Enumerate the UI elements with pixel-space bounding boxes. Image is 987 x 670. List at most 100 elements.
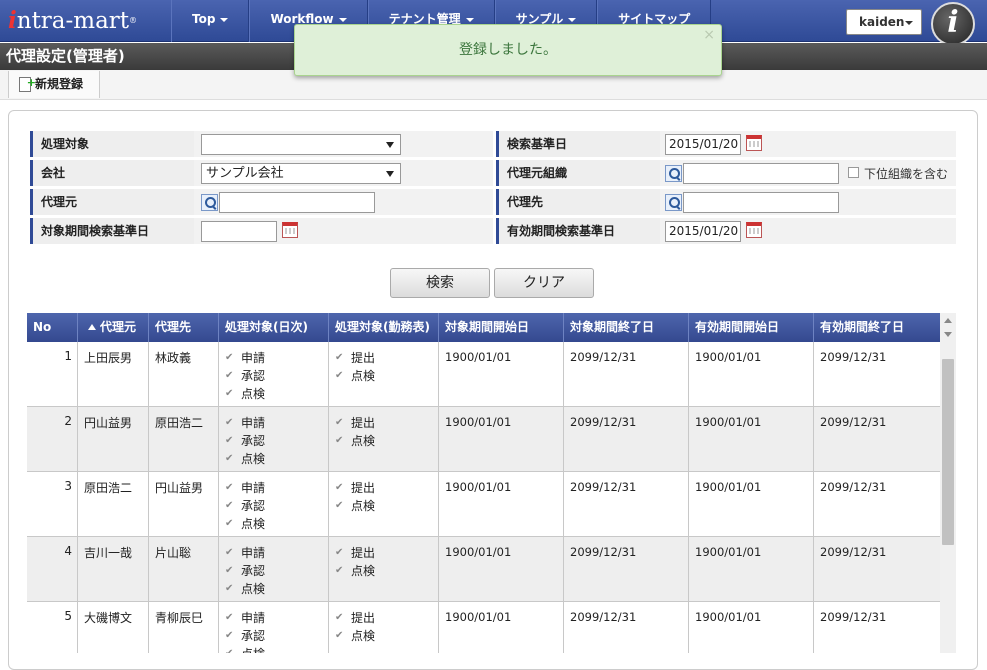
table-cell-dst: 林政義 <box>149 342 219 407</box>
checked-item: 申請 <box>225 349 328 367</box>
include-sub-org-label: 下位組織を含む <box>864 167 949 181</box>
new-registration-button[interactable]: 新規登録 <box>8 69 100 98</box>
checked-item-label: 承認 <box>241 564 266 578</box>
table-cell-vs: 1900/01/01 <box>689 602 814 653</box>
checked-item: 点検 <box>225 450 328 468</box>
table-cell-src: 円山益男 <box>78 407 149 472</box>
scroll-up-icon[interactable] <box>944 318 952 323</box>
valid-base-input[interactable]: 2015/01/20 <box>665 221 741 242</box>
col-header-source-label: 代理元 <box>100 320 137 334</box>
search-button[interactable]: 検索 <box>390 268 490 298</box>
target-select[interactable] <box>201 134 401 155</box>
target-label: 処理対象 <box>30 131 194 157</box>
checked-item: 申請 <box>225 544 328 562</box>
include-sub-org-checkbox[interactable] <box>848 167 859 178</box>
grid-scrollbar[interactable] <box>940 313 956 653</box>
search-row-3: 代理元 代理先 <box>30 189 956 216</box>
checked-item-label: 承認 <box>241 369 266 383</box>
checked-item: 点検 <box>335 367 438 385</box>
cell-text: 2099/12/31 <box>570 350 637 364</box>
checked-item: 点検 <box>335 627 438 645</box>
valid-base-label: 有効期間検索基準日 <box>496 218 660 244</box>
table-row[interactable]: 2円山益男原田浩二申請承認点検提出点検1900/01/012099/12/311… <box>27 407 940 472</box>
search-row-2: 会社 サンプル会社 代理元組織 下位組織を含む <box>30 160 956 187</box>
check-icon <box>225 627 235 645</box>
checked-item: 承認 <box>225 562 328 580</box>
col-header-daily[interactable]: 処理対象(日次) <box>219 313 329 342</box>
calendar-icon[interactable] <box>746 135 762 151</box>
scroll-thumb[interactable] <box>942 359 954 545</box>
check-icon <box>225 645 235 653</box>
source-org-input[interactable] <box>683 163 839 184</box>
table-row[interactable]: 4吉川一哉片山聡申請承認点検提出点検1900/01/012099/12/3119… <box>27 537 940 602</box>
cell-text: 2099/12/31 <box>820 610 887 624</box>
checked-item: 提出 <box>335 544 438 562</box>
table-cell-ve: 2099/12/31 <box>814 407 940 472</box>
col-header-valid-start[interactable]: 有効期間開始日 <box>689 313 814 342</box>
col-header-sheet[interactable]: 処理対象(勤務表) <box>329 313 439 342</box>
table-cell-dst: 円山益男 <box>149 472 219 537</box>
table-cell-dst: 青柳辰巳 <box>149 602 219 653</box>
base-date-input[interactable]: 2015/01/20 <box>665 134 741 155</box>
cell-text: 2099/12/31 <box>570 610 637 624</box>
calendar-icon[interactable] <box>746 222 762 238</box>
table-cell-ve: 2099/12/31 <box>814 537 940 602</box>
checked-item: 点検 <box>335 562 438 580</box>
search-icon[interactable] <box>665 165 682 182</box>
table-cell-daily: 申請承認点検 <box>219 537 329 602</box>
table-cell-src: 上田辰男 <box>78 342 149 407</box>
cell-text: 片山聡 <box>155 546 192 560</box>
table-cell-daily: 申請承認点検 <box>219 602 329 653</box>
col-header-valid-end[interactable]: 有効期間終了日 <box>814 313 940 342</box>
table-cell-sheet: 提出点検 <box>329 537 439 602</box>
clear-button[interactable]: クリア <box>494 268 594 298</box>
check-icon <box>225 450 235 468</box>
table-cell-vs: 1900/01/01 <box>689 407 814 472</box>
cell-text: 2099/12/31 <box>820 415 887 429</box>
checked-item: 申請 <box>225 609 328 627</box>
result-grid: No 代理元 代理先 処理対象(日次) 処理対象(勤務表) 対象期間開始日 対象… <box>27 313 940 653</box>
company-select[interactable]: サンプル会社 <box>201 163 401 184</box>
nav-item-top[interactable]: Top <box>171 0 250 42</box>
col-header-no[interactable]: No <box>27 313 78 342</box>
checked-item-label: 点検 <box>351 629 376 643</box>
check-icon <box>335 479 345 497</box>
source-input[interactable] <box>219 192 375 213</box>
col-header-period-start[interactable]: 対象期間開始日 <box>439 313 564 342</box>
col-header-dest[interactable]: 代理先 <box>149 313 219 342</box>
check-icon <box>335 432 345 450</box>
table-row[interactable]: 3原田浩二円山益男申請承認点検提出点検1900/01/012099/12/311… <box>27 472 940 537</box>
col-header-period-end[interactable]: 対象期間終了日 <box>564 313 689 342</box>
table-cell-no: 5 <box>27 602 78 653</box>
company-select-value: サンプル会社 <box>206 166 284 181</box>
table-row[interactable]: 1上田辰男林政義申請承認点検提出点検1900/01/012099/12/3119… <box>27 342 940 407</box>
col-header-source[interactable]: 代理元 <box>78 313 149 342</box>
period-base-input[interactable] <box>201 221 277 242</box>
close-icon[interactable]: × <box>703 28 715 42</box>
table-cell-vs: 1900/01/01 <box>689 342 814 407</box>
search-icon[interactable] <box>201 194 218 211</box>
search-row-1: 処理対象 検索基準日 2015/01/20 <box>30 131 956 158</box>
scroll-down-icon[interactable] <box>944 332 952 337</box>
intra-mart-logo[interactable]: intra-mart® <box>8 4 168 38</box>
checked-item: 承認 <box>225 627 328 645</box>
calendar-icon[interactable] <box>282 222 298 238</box>
chevron-down-icon <box>220 18 229 22</box>
table-row[interactable]: 5大磯博文青柳辰巳申請承認点検提出点検1900/01/012099/12/311… <box>27 602 940 653</box>
user-menu-button[interactable]: kaiden <box>846 9 922 35</box>
checked-item: 提出 <box>335 609 438 627</box>
table-cell-ps: 1900/01/01 <box>439 602 564 653</box>
table-cell-vs: 1900/01/01 <box>689 537 814 602</box>
cell-text: 1900/01/01 <box>695 610 762 624</box>
table-cell-vs: 1900/01/01 <box>689 472 814 537</box>
check-icon <box>225 367 235 385</box>
search-icon[interactable] <box>665 194 682 211</box>
cell-text: 2099/12/31 <box>820 350 887 364</box>
chevron-down-icon <box>568 18 577 22</box>
dest-input[interactable] <box>683 192 839 213</box>
cell-text: 円山益男 <box>84 416 133 430</box>
avatar[interactable]: i <box>931 2 975 46</box>
sort-ascending-icon <box>88 324 96 330</box>
logo-trademark: ® <box>129 16 138 25</box>
table-cell-dst: 片山聡 <box>149 537 219 602</box>
